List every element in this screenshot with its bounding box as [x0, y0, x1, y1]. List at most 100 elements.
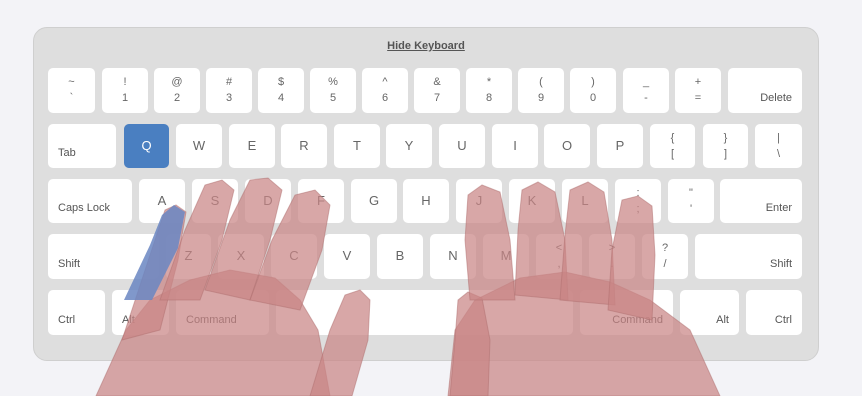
- key-s[interactable]: S: [192, 179, 238, 223]
- key-shift-char: +: [694, 76, 702, 88]
- key-slash[interactable]: ? /: [642, 234, 688, 279]
- key-char: 0: [589, 92, 597, 104]
- key-q[interactable]: Q: [124, 124, 169, 168]
- key-h[interactable]: H: [403, 179, 449, 223]
- key-char: Q: [141, 138, 152, 153]
- key-0[interactable]: ) 0: [570, 68, 616, 113]
- key-char: W: [192, 138, 206, 153]
- key-alt-right[interactable]: Alt: [680, 290, 739, 335]
- key-j[interactable]: J: [456, 179, 502, 223]
- key-char: D: [263, 193, 273, 208]
- key-char: 9: [537, 92, 545, 104]
- key-u[interactable]: U: [439, 124, 485, 168]
- key-char: B: [395, 248, 405, 263]
- key-char: N: [448, 248, 458, 263]
- key-label: Shift: [58, 258, 81, 270]
- key-shift-char: ): [591, 76, 595, 88]
- key-k[interactable]: K: [509, 179, 555, 223]
- key-c[interactable]: C: [271, 234, 317, 279]
- key-left-brace[interactable]: { [: [650, 124, 695, 168]
- key-char: P: [615, 138, 625, 153]
- key-shift-right[interactable]: Shift: [695, 234, 802, 279]
- key-space[interactable]: [276, 290, 573, 335]
- key-4[interactable]: $ 4: [258, 68, 304, 113]
- key-shift-char: #: [225, 76, 233, 88]
- key-delete[interactable]: Delete: [728, 68, 802, 113]
- key-1[interactable]: ! 1: [102, 68, 148, 113]
- key-char: M: [500, 248, 512, 263]
- key-period[interactable]: > .: [589, 234, 635, 279]
- key-e[interactable]: E: [229, 124, 275, 168]
- key-tab[interactable]: Tab: [48, 124, 116, 168]
- key-shift-char: ^: [382, 76, 388, 88]
- key-alt-left[interactable]: Alt: [112, 290, 169, 335]
- key-d[interactable]: D: [245, 179, 291, 223]
- key-char: 1: [121, 92, 129, 104]
- key-char: Y: [404, 138, 414, 153]
- key-shift-char: ?: [661, 242, 669, 254]
- key-char: X: [236, 248, 246, 263]
- key-char: ;: [636, 203, 640, 215]
- key-char: F: [317, 193, 325, 208]
- key-char: [: [670, 148, 675, 160]
- key-quote[interactable]: " ': [668, 179, 714, 223]
- key-8[interactable]: * 8: [466, 68, 512, 113]
- key-label: Command: [186, 314, 237, 326]
- key-backslash[interactable]: | \: [755, 124, 802, 168]
- key-right-brace[interactable]: } ]: [703, 124, 748, 168]
- key-char: ': [689, 203, 693, 215]
- key-char: E: [247, 138, 257, 153]
- key-3[interactable]: # 3: [206, 68, 252, 113]
- key-b[interactable]: B: [377, 234, 423, 279]
- key-shift-char: ": [689, 187, 693, 199]
- key-shift-char: }: [723, 132, 728, 144]
- key-7[interactable]: & 7: [414, 68, 460, 113]
- key-tilde[interactable]: ~ `: [48, 68, 95, 113]
- key-char: .: [610, 258, 614, 270]
- key-6[interactable]: ^ 6: [362, 68, 408, 113]
- key-enter[interactable]: Enter: [720, 179, 802, 223]
- key-m[interactable]: M: [483, 234, 529, 279]
- key-i[interactable]: I: [492, 124, 538, 168]
- key-o[interactable]: O: [544, 124, 590, 168]
- key-shift-left[interactable]: Shift: [48, 234, 159, 279]
- key-r[interactable]: R: [281, 124, 327, 168]
- key-v[interactable]: V: [324, 234, 370, 279]
- key-f[interactable]: F: [298, 179, 344, 223]
- key-command-right[interactable]: Command: [580, 290, 673, 335]
- key-g[interactable]: G: [351, 179, 397, 223]
- key-label: Delete: [760, 92, 792, 104]
- key-n[interactable]: N: [430, 234, 476, 279]
- hide-keyboard-link[interactable]: Hide Keyboard: [34, 40, 818, 52]
- key-char: 7: [433, 92, 441, 104]
- key-semicolon[interactable]: : ;: [615, 179, 661, 223]
- key-z[interactable]: Z: [166, 234, 211, 279]
- key-shift-char: *: [486, 76, 492, 88]
- key-comma[interactable]: < ,: [536, 234, 582, 279]
- key-caps-lock[interactable]: Caps Lock: [48, 179, 132, 223]
- key-command-left[interactable]: Command: [176, 290, 269, 335]
- key-ctrl-left[interactable]: Ctrl: [48, 290, 105, 335]
- key-ctrl-right[interactable]: Ctrl: [746, 290, 802, 335]
- key-t[interactable]: T: [334, 124, 380, 168]
- key-p[interactable]: P: [597, 124, 643, 168]
- key-equals[interactable]: + =: [675, 68, 721, 113]
- key-9[interactable]: ( 9: [518, 68, 564, 113]
- key-char: G: [368, 193, 380, 208]
- key-5[interactable]: % 5: [310, 68, 356, 113]
- key-y[interactable]: Y: [386, 124, 432, 168]
- key-char: /: [663, 258, 667, 270]
- key-char: `: [69, 92, 74, 104]
- key-shift-char: :: [636, 187, 640, 199]
- key-x[interactable]: X: [218, 234, 264, 279]
- key-char: K: [527, 193, 537, 208]
- key-a[interactable]: A: [139, 179, 185, 223]
- key-label: Alt: [122, 314, 135, 326]
- key-w[interactable]: W: [176, 124, 222, 168]
- key-shift-char: %: [328, 76, 338, 88]
- key-char: A: [157, 193, 167, 208]
- key-char: L: [581, 193, 589, 208]
- key-2[interactable]: @ 2: [154, 68, 200, 113]
- key-minus[interactable]: _ -: [623, 68, 669, 113]
- key-l[interactable]: L: [562, 179, 608, 223]
